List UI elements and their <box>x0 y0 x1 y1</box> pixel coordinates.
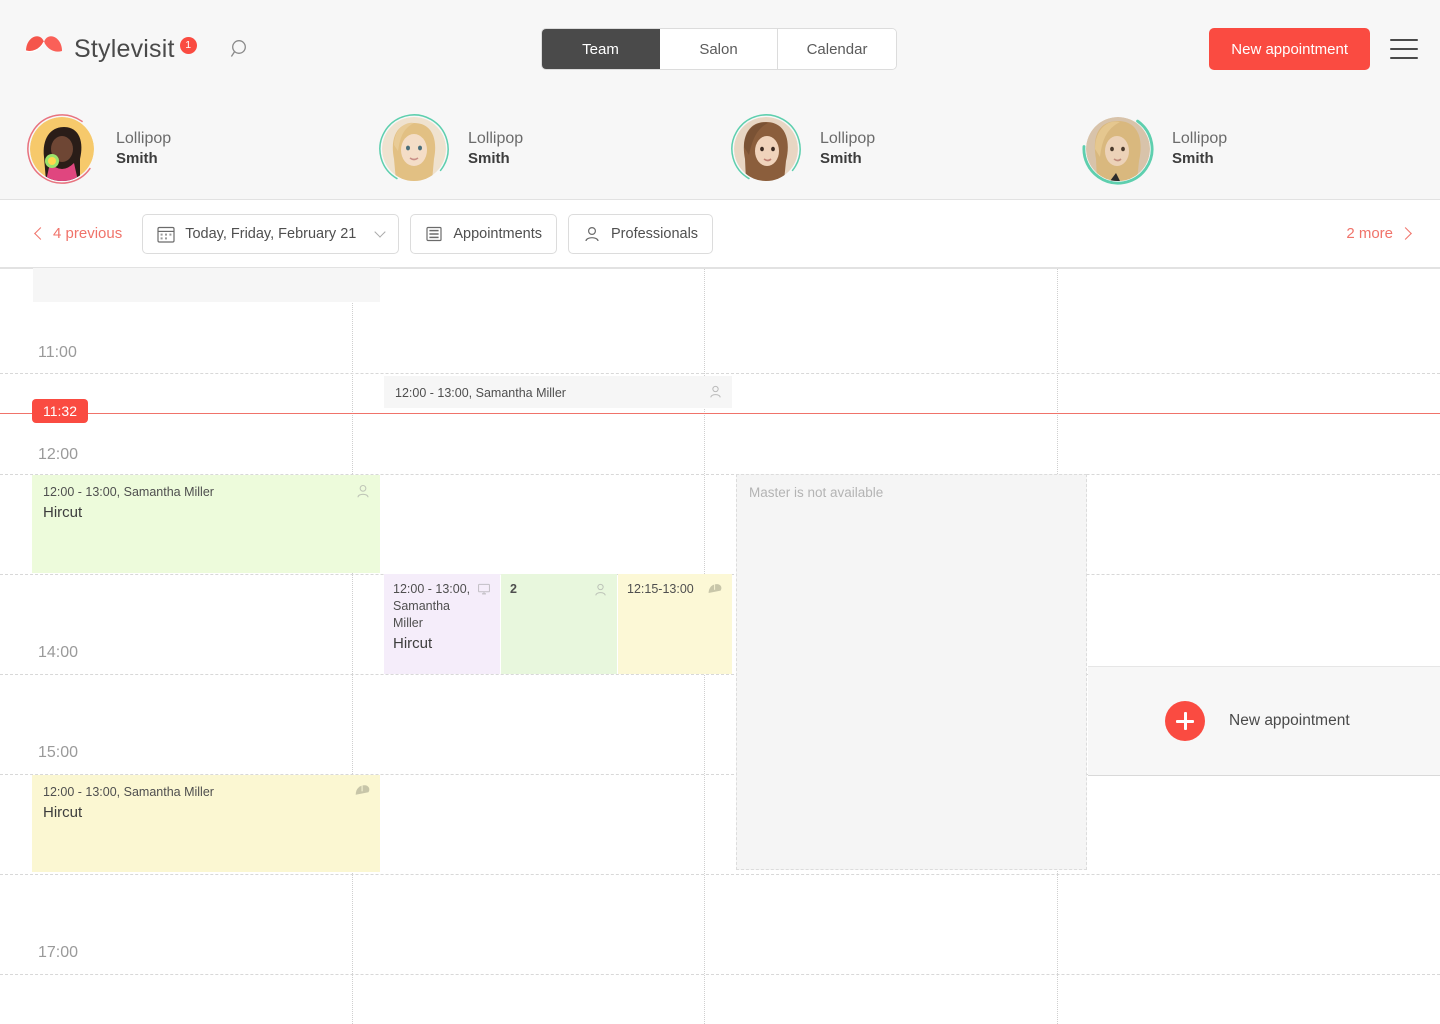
new-appointment-slot[interactable]: New appointment <box>1088 666 1440 776</box>
staff-card-2[interactable]: Lollipop Smith <box>704 98 1056 199</box>
current-time-badge: 11:32 <box>32 399 88 423</box>
time-label-12: 12:00 <box>38 446 79 463</box>
view-mode-tabs: Team Salon Calendar <box>541 28 897 70</box>
top-bar-actions: New appointment <box>1209 28 1418 70</box>
hamburger-menu-icon[interactable] <box>1390 39 1418 59</box>
staff-first-name: Lollipop <box>116 129 172 147</box>
top-bar: Stylevisit 1 Team Salon Calendar New app… <box>0 0 1440 98</box>
appointments-filter-button[interactable]: Appointments <box>410 213 558 254</box>
master-unavailable-label: Master is not available <box>749 485 884 500</box>
person-icon <box>593 582 608 602</box>
staff-card-3[interactable]: Lollipop Smith <box>1056 98 1408 199</box>
person-icon <box>585 226 599 241</box>
time-label-14: 14:00 <box>38 644 79 661</box>
umbrella-logo-icon <box>22 29 66 69</box>
tab-team[interactable]: Team <box>542 29 660 69</box>
staff-last-name: Smith <box>1172 150 1214 168</box>
appointments-filter-label: Appointments <box>453 225 543 242</box>
appointment-time: 12:00 - 13:00, Samantha Miller <box>43 485 214 499</box>
appointment-card[interactable]: 12:00 - 13:00, Samantha Miller Hircut <box>384 574 500 674</box>
avatar <box>1082 112 1154 185</box>
chevron-left-icon <box>34 227 47 240</box>
tab-salon[interactable]: Salon <box>660 29 778 69</box>
master-unavailable-block: Master is not available <box>736 474 1087 870</box>
brand-notification-badge: 1 <box>179 37 197 54</box>
tab-calendar[interactable]: Calendar <box>778 29 896 69</box>
appointment-title: Hircut <box>43 503 83 521</box>
person-icon <box>355 483 371 504</box>
avatar <box>379 113 449 184</box>
brand[interactable]: Stylevisit 1 <box>22 29 197 69</box>
new-appointment-button[interactable]: New appointment <box>1209 28 1370 70</box>
new-appointment-slot-label: New appointment <box>1229 712 1350 729</box>
staff-first-name: Lollipop <box>1172 129 1228 147</box>
monitor-icon <box>477 582 491 601</box>
appointment-card[interactable]: 12:00 - 13:00, Samantha Miller <box>384 376 732 408</box>
time-label-15: 15:00 <box>38 744 79 761</box>
next-days-label: 2 more <box>1346 225 1393 242</box>
professionals-filter-button[interactable]: Professionals <box>568 213 714 254</box>
brand-name: Stylevisit <box>74 34 175 63</box>
mouse-icon <box>707 582 723 601</box>
time-label-11: 11:00 <box>38 344 77 361</box>
list-icon <box>426 226 442 241</box>
appointment-time: 12:00 - 13:00, Samantha Miller <box>395 386 566 400</box>
current-time-line: 11:32 <box>0 399 1440 423</box>
staff-last-name: Smith <box>820 150 862 168</box>
staff-first-name: Lollipop <box>820 129 876 147</box>
calendar-toolbar: 4 previous Today, Friday, February 21 Ap… <box>0 200 1440 268</box>
chevron-right-icon <box>1399 227 1412 240</box>
appointment-time: 12:00 - 13:00, Samantha Miller <box>43 785 214 799</box>
staff-card-1[interactable]: Lollipop Smith <box>352 98 704 199</box>
previous-days-button[interactable]: 4 previous <box>34 225 123 242</box>
staff-last-name: Smith <box>116 150 158 168</box>
appointment-title: Hircut <box>43 803 83 821</box>
chevron-down-icon <box>374 225 387 238</box>
appointment-card[interactable]: 12:15-13:00 <box>618 574 732 674</box>
staff-last-name: Smith <box>468 150 510 168</box>
appointment-card[interactable]: 12:00 - 13:00, Samantha Miller Hircut <box>32 775 380 872</box>
search-icon[interactable] <box>227 36 253 62</box>
appointment-card[interactable]: 12:00 - 13:00, Samantha Miller Hircut <box>32 475 380 573</box>
date-picker-button[interactable]: Today, Friday, February 21 <box>142 213 400 254</box>
previous-days-label: 4 previous <box>53 225 123 242</box>
mouse-icon <box>354 783 371 803</box>
avatar <box>731 113 801 184</box>
next-days-button[interactable]: 2 more <box>1346 225 1412 242</box>
staff-card-0[interactable]: Lollipop Smith <box>0 98 352 199</box>
plus-icon <box>1165 701 1205 741</box>
person-icon <box>708 384 723 404</box>
staff-first-name: Lollipop <box>468 129 524 147</box>
appointment-title: Hircut <box>393 634 433 652</box>
professionals-filter-label: Professionals <box>611 225 699 242</box>
calendar-icon <box>157 226 175 243</box>
appointment-card[interactable]: 2 <box>501 574 617 674</box>
staff-row: Lollipop Smith Lollipop Smith Lollipop S… <box>0 98 1440 200</box>
partial-appointment-block <box>33 268 380 302</box>
time-label-17: 17:00 <box>38 944 79 961</box>
avatar <box>27 113 97 184</box>
date-picker-label: Today, Friday, February 21 <box>185 225 357 242</box>
calendar-grid[interactable]: 11:00 12:00 14:00 15:00 17:00 Master is … <box>0 268 1440 1024</box>
